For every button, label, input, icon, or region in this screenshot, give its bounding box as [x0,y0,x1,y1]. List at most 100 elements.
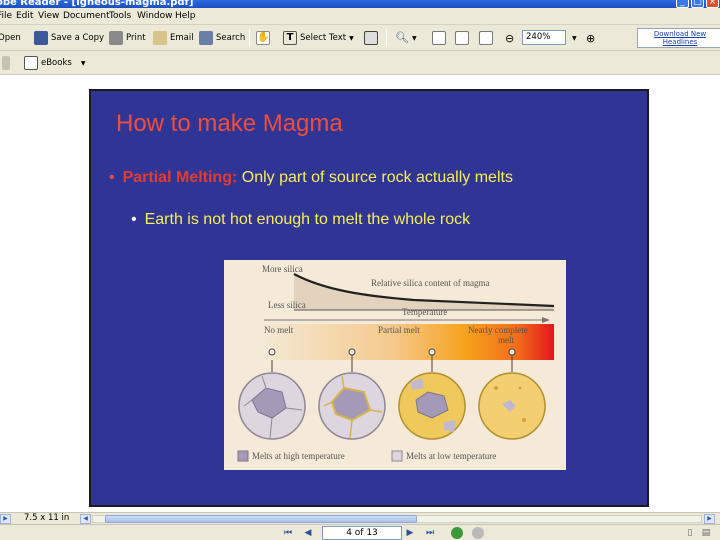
select-text-button[interactable]: T Select Text ▼ [283,30,354,46]
chevron-right-icon[interactable]: ▶ [0,514,11,524]
ebooks-label: eBooks [41,58,72,68]
bullet-partial-melting: • Partial Melting: Only part of source ro… [109,169,513,187]
binoculars-icon [199,31,213,45]
menu-tools[interactable]: Tools [109,11,131,21]
less-silica-label: Less silica [268,300,306,310]
page-number-field[interactable]: 4 of 13 [322,526,402,540]
zoom-out-button[interactable]: ⊖ [505,30,514,46]
floppy-disk-icon [34,31,48,45]
rock-partial-melt [398,372,466,440]
scroll-right-button[interactable]: ▶ [704,514,715,524]
fit-page-icon [455,31,469,45]
page-navigation-bar: ⏮ ◀ 4 of 13 ▶ ⏭ ▯ ▤ [0,524,720,540]
bullet-term: Partial Melting: [122,169,238,186]
silica-curve-label: Relative silica content of magma [371,278,490,288]
toolbar-separator [386,29,387,47]
chevron-down-icon: ▼ [572,34,577,42]
printer-icon [109,31,123,45]
select-text-label: Select Text [300,33,347,43]
main-toolbar: Open Save a Copy Print Email Search ✋ T … [0,25,720,51]
more-silica-label: More silica [262,264,303,274]
close-button[interactable]: × [706,0,719,8]
page-icon [432,31,446,45]
legend-swatch-high [237,450,249,462]
fit-width-button[interactable] [479,30,493,46]
continuous-page-icon[interactable]: ▤ [700,527,712,539]
email-label: Email [170,33,194,43]
figure-graphic [237,273,555,462]
page-size-indicator: 7.5 x 11 in [24,513,70,523]
zoom-level-field[interactable]: 240% [522,30,566,45]
fit-page-button[interactable] [455,30,469,46]
email-button[interactable]: Email [153,30,194,46]
menu-edit[interactable]: Edit [16,11,33,21]
actual-size-button[interactable] [432,30,446,46]
open-button[interactable]: Open [0,30,21,46]
horizontal-scrollbar-row: ▶ 7.5 x 11 in ◀ ▶ [0,512,720,524]
first-page-button[interactable]: ⏮ [282,527,294,539]
slide-page: How to make Magma • Partial Melting: Only… [89,89,649,507]
magma-figure: More silica Less silica Relative silica … [224,260,566,470]
zoom-in-button[interactable]: ⊕ [586,30,595,46]
secondary-toolbar: eBooks ▼ [0,51,720,75]
go-forward-icon[interactable] [472,527,484,539]
scroll-left-button[interactable]: ◀ [80,514,91,524]
minus-circle-icon: ⊖ [505,31,515,45]
rock-no-melt [238,372,306,440]
print-button[interactable]: Print [109,30,146,46]
plus-circle-icon: ⊕ [586,31,596,45]
bullet-dot: • [131,211,137,228]
snapshot-button[interactable] [364,30,378,46]
slide-title: How to make Magma [116,110,343,137]
arrowhead-icon [542,317,550,323]
print-label: Print [126,33,146,43]
camera-icon [364,31,378,45]
chevron-down-icon[interactable]: ▼ [81,60,86,67]
last-page-button[interactable]: ⏭ [424,527,436,539]
legend-high-label: Melts at high temperature [252,451,345,461]
menu-help[interactable]: Help [175,11,196,21]
melt-label: melt [498,335,514,345]
menu-document[interactable]: Document [63,11,110,21]
chevron-down-icon[interactable]: ▼ [349,35,354,42]
chevron-down-icon[interactable]: ▼ [412,35,417,42]
search-button[interactable]: Search [199,30,245,46]
rotate-button[interactable] [2,55,10,71]
search-label: Search [216,33,246,43]
maximize-button[interactable]: □ [691,0,704,8]
toolbar-separator [249,29,250,47]
sub-bullet-text: Earth is not hot enough to melt the whol… [144,211,471,228]
menu-file[interactable]: File [0,11,12,21]
scrollbar-thumb[interactable] [105,515,417,523]
ebooks-button[interactable]: eBooks ▼ [24,55,85,71]
partial-melt-label: Partial melt [378,325,420,335]
go-back-icon[interactable] [451,527,463,539]
rotate-icon [2,56,10,70]
window-title: obe Reader - [Igneous-magma.pdf] [0,0,194,8]
menu-window[interactable]: Window [137,11,173,21]
bullet-dot: • [109,169,115,186]
minimize-button[interactable]: _ [676,0,689,8]
zoom-dropdown[interactable]: ▼ [572,30,577,46]
temperature-label: Temperature [402,307,448,317]
envelope-icon [153,31,167,45]
single-page-icon[interactable]: ▯ [684,527,696,539]
title-bar: obe Reader - [Igneous-magma.pdf] _ □ × [0,0,720,8]
sub-bullet-earth: • Earth is not hot enough to melt the who… [131,211,470,229]
menu-bar: File Edit View Document Tools Window Hel… [0,8,720,25]
ebook-icon [24,56,38,70]
no-melt-label: No melt [264,325,294,335]
rock-nearly-complete-melt [478,372,546,440]
bullet-text: Only part of source rock actually melts [237,169,513,186]
menu-view[interactable]: View [38,11,59,21]
save-copy-button[interactable]: Save a Copy [34,30,104,46]
legend-low-label: Melts at low temperature [406,451,497,461]
download-headlines-link[interactable]: Download New Headlines [637,28,720,48]
next-page-button[interactable]: ▶ [404,527,416,539]
hand-tool-button[interactable]: ✋ [256,30,270,46]
legend-swatch-low [391,450,403,462]
hand-icon: ✋ [256,31,270,45]
zoom-tool-button[interactable]: 🔍︎ ▼ [395,30,417,46]
save-copy-label: Save a Copy [51,33,105,43]
previous-page-button[interactable]: ◀ [302,527,314,539]
